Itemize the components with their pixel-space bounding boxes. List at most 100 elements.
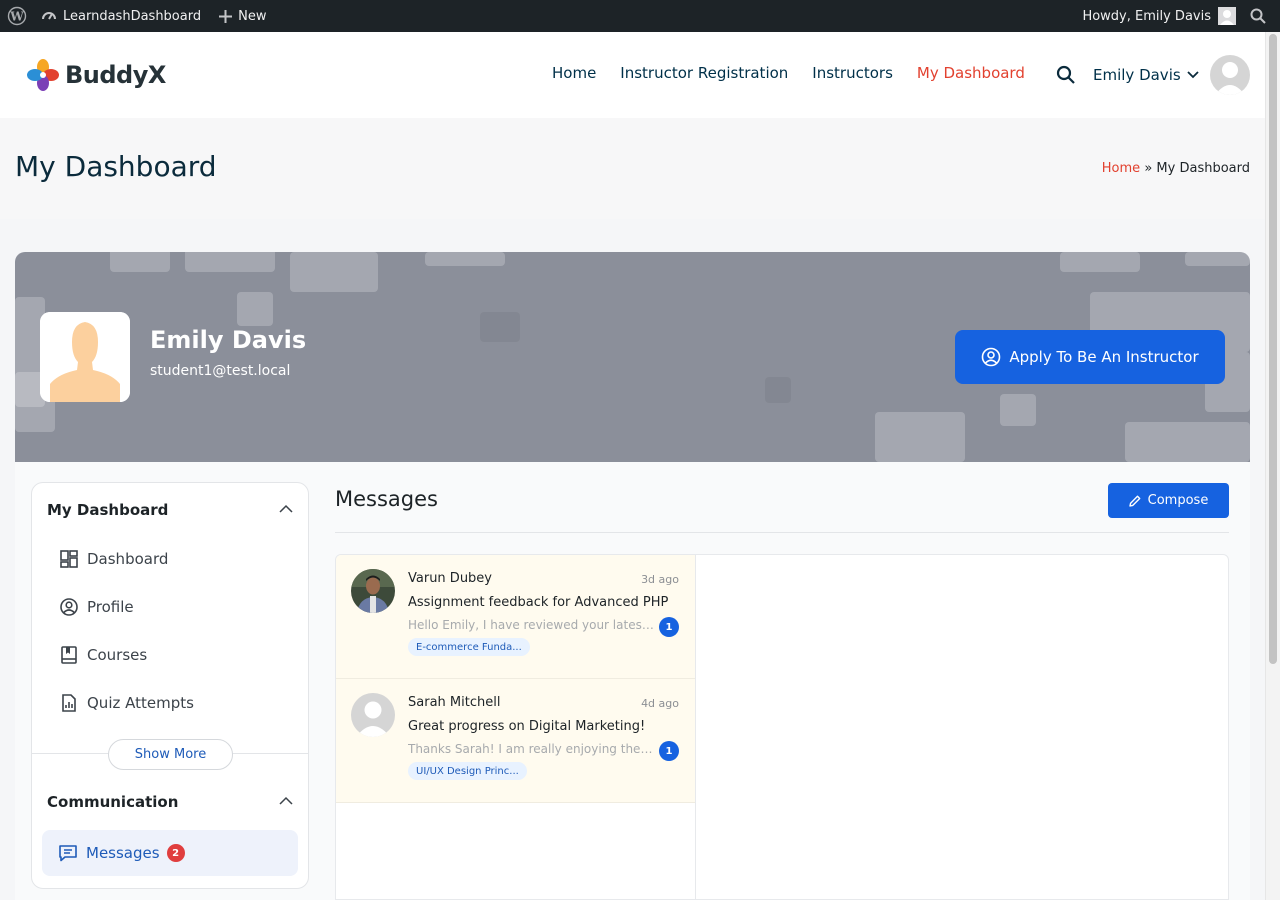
messages-divider [335, 532, 1229, 533]
thread-subject: Great progress on Digital Marketing! [408, 719, 646, 734]
person-silhouette-icon [40, 312, 130, 402]
sidebar-item-label: Profile [87, 598, 134, 616]
breadcrumb-current: My Dashboard [1156, 161, 1250, 176]
sidebar-item-label: Messages [86, 844, 160, 862]
cover-decoration [1125, 422, 1250, 462]
cover-decoration [110, 252, 170, 272]
breadcrumb-separator: » [1144, 161, 1153, 176]
sidebar-item-label: Courses [87, 646, 148, 664]
course-tag: UI/UX Design Princ... [408, 762, 527, 780]
admin-bar-site-name: LearndashDashboard [63, 8, 202, 24]
sidebar-section-communication[interactable]: Communication [47, 793, 178, 811]
wordpress-logo-icon[interactable]: W [7, 6, 27, 26]
dashboard-gauge-icon [42, 12, 56, 20]
site-logo[interactable]: BuddyX [26, 58, 166, 92]
course-tag: E-commerce Funda... [408, 638, 530, 656]
pencil-icon [1128, 495, 1141, 507]
quiz-icon [62, 694, 76, 712]
compose-button[interactable]: Compose [1108, 483, 1229, 518]
user-menu[interactable]: Emily Davis [1093, 66, 1199, 84]
nav-my-dashboard[interactable]: My Dashboard [917, 64, 1025, 82]
admin-bar-greeting[interactable]: Howdy, Emily Davis [1082, 9, 1211, 24]
sidebar-item-dashboard[interactable]: Dashboard [60, 550, 168, 568]
admin-bar-site-link[interactable]: LearndashDashboard [41, 8, 201, 24]
plus-icon [219, 9, 233, 23]
nav-home[interactable]: Home [552, 64, 596, 82]
user-menu-name: Emily Davis [1093, 66, 1181, 84]
thread-sender: Varun Dubey [408, 571, 492, 586]
sidebar-item-profile[interactable]: Profile [60, 598, 134, 616]
breadcrumb-home[interactable]: Home [1102, 161, 1140, 176]
sidebar-item-quiz-attempts[interactable]: Quiz Attempts [60, 694, 194, 712]
show-more-button[interactable]: Show More [108, 739, 233, 770]
logo-text: BuddyX [65, 61, 166, 89]
page-scrollbar[interactable] [1265, 32, 1280, 900]
header-search-icon[interactable] [1056, 65, 1076, 85]
profile-email: student1@test.local [150, 363, 291, 379]
nav-instructor-registration[interactable]: Instructor Registration [620, 64, 788, 82]
message-thread[interactable]: Varun Dubey 3d ago Assignment feedback f… [336, 555, 695, 679]
thread-preview: Hello Emily, I have reviewed your latest… [408, 618, 656, 632]
message-thread[interactable]: Sarah Mitchell 4d ago Great progress on … [336, 679, 695, 803]
avatar-silhouette-icon [1215, 62, 1245, 95]
cover-decoration [765, 377, 791, 403]
chevron-up-icon[interactable] [279, 504, 293, 513]
scrollbar-thumb[interactable] [1269, 34, 1277, 664]
cover-decoration [1060, 252, 1140, 272]
sender-avatar [351, 569, 395, 613]
unread-count-badge: 1 [659, 741, 679, 761]
user-circle-icon [982, 347, 1001, 367]
sender-photo-icon [351, 569, 395, 613]
site-header: BuddyX Home Instructor Registration Inst… [0, 32, 1265, 118]
messages-title: Messages [335, 487, 438, 511]
apply-instructor-label: Apply To Be An Instructor [1009, 348, 1199, 366]
apply-instructor-button[interactable]: Apply To Be An Instructor [955, 330, 1225, 384]
sidebar-section-my-dashboard[interactable]: My Dashboard [47, 501, 168, 519]
dashboard-sidebar: My Dashboard Dashboard Profile Courses Q… [31, 482, 309, 889]
sidebar-item-label: Quiz Attempts [87, 694, 194, 712]
chevron-up-icon[interactable] [279, 796, 293, 805]
cover-decoration [290, 252, 378, 292]
breadcrumb: Home » My Dashboard [1102, 161, 1250, 176]
dashboard-content: My Dashboard Dashboard Profile Courses Q… [15, 462, 1250, 900]
sidebar-item-messages[interactable]: Messages 2 [42, 830, 298, 876]
sidebar-item-courses[interactable]: Courses [60, 646, 147, 664]
admin-bar-new-label: New [238, 8, 267, 24]
avatar-silhouette-icon [1220, 10, 1234, 25]
cover-decoration [185, 252, 275, 272]
profile-icon [60, 598, 78, 616]
dashboard-icon [60, 550, 78, 568]
admin-bar-new-link[interactable]: New [219, 9, 266, 24]
cover-decoration [237, 292, 273, 326]
unread-count-badge: 1 [659, 617, 679, 637]
thread-subject: Assignment feedback for Advanced PHP [408, 595, 669, 610]
cover-decoration [1000, 394, 1036, 426]
cover-decoration [425, 252, 505, 266]
cover-decoration [1185, 252, 1250, 266]
thread-list: Varun Dubey 3d ago Assignment feedback f… [336, 555, 696, 899]
profile-name: Emily Davis [150, 326, 307, 354]
compose-label: Compose [1147, 493, 1209, 508]
messages-panel: Varun Dubey 3d ago Assignment feedback f… [335, 554, 1229, 900]
nav-instructors[interactable]: Instructors [812, 64, 893, 82]
page-title: My Dashboard [15, 150, 217, 183]
header-avatar[interactable] [1210, 55, 1250, 95]
admin-bar-avatar[interactable] [1218, 7, 1236, 25]
page-title-bar: My Dashboard Home » My Dashboard [0, 118, 1265, 219]
chevron-down-icon [1187, 71, 1199, 79]
buddyx-logo-icon [27, 59, 59, 91]
svg-text:W: W [9, 10, 24, 24]
admin-bar-search-icon[interactable] [1250, 8, 1266, 24]
cover-decoration [480, 312, 520, 342]
cover-decoration [875, 412, 965, 462]
courses-icon [61, 646, 77, 664]
thread-time: 3d ago [641, 573, 679, 586]
profile-avatar[interactable] [40, 312, 130, 402]
thread-time: 4d ago [641, 697, 679, 710]
avatar-silhouette-icon [351, 693, 395, 737]
main-nav: Home Instructor Registration Instructors… [552, 64, 1049, 82]
profile-cover: Emily Davis student1@test.local Apply To… [15, 252, 1250, 462]
thread-sender: Sarah Mitchell [408, 695, 501, 710]
message-icon [59, 845, 77, 862]
sidebar-item-label: Dashboard [87, 550, 169, 568]
